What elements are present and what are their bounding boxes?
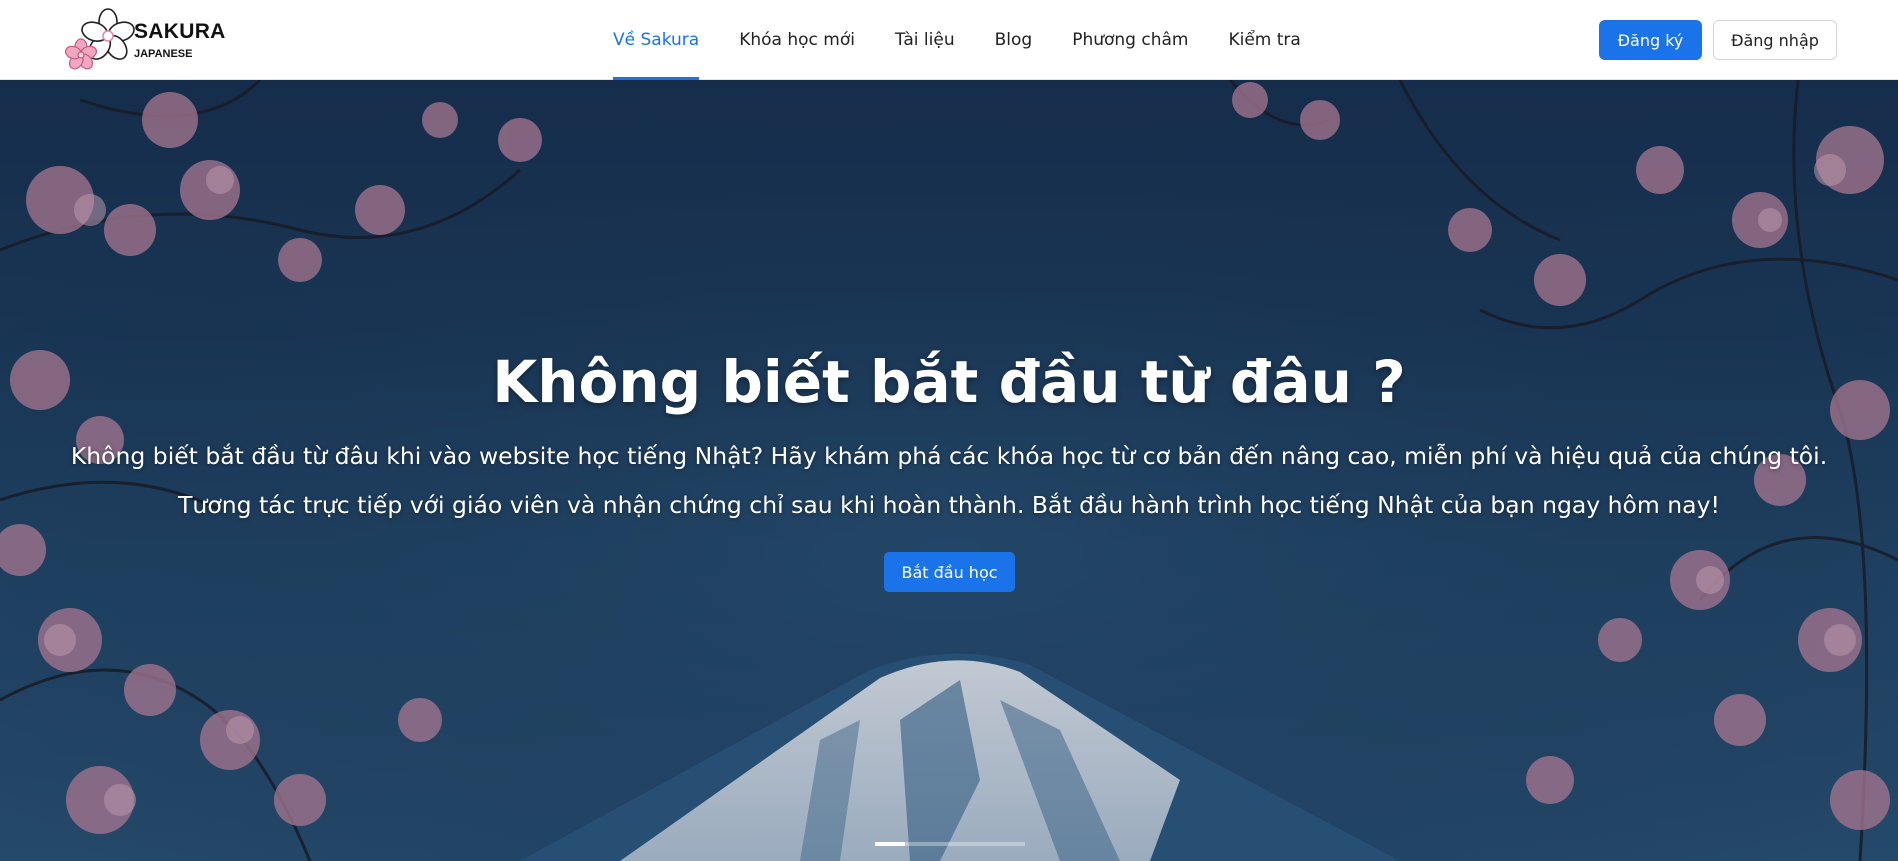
carousel-indicator-3[interactable] xyxy=(935,842,965,846)
start-learning-button[interactable]: Bắt đầu học xyxy=(884,552,1015,592)
carousel-indicator-5[interactable] xyxy=(995,842,1025,846)
sakura-flower-icon xyxy=(62,8,140,72)
nav-item-ve-sakura[interactable]: Về Sakura xyxy=(613,0,700,80)
nav-item-khoa-hoc-moi[interactable]: Khóa học mới xyxy=(739,0,855,80)
brand-logo-link[interactable]: SAKURA JAPANESE xyxy=(62,8,237,72)
hero-description-line-2: Tương tác trực tiếp với giáo viên và nhậ… xyxy=(178,491,1720,519)
carousel-indicator-4[interactable] xyxy=(965,842,995,846)
login-button[interactable]: Đăng nhập xyxy=(1713,20,1837,60)
brand-text: SAKURA JAPANESE xyxy=(134,20,226,60)
nav-item-phuong-cham[interactable]: Phương châm xyxy=(1072,0,1188,80)
carousel-indicator-2[interactable] xyxy=(905,842,935,846)
hero-title: Không biết bắt đầu từ đâu ? xyxy=(492,348,1406,416)
brand-subtitle: JAPANESE xyxy=(134,48,193,60)
hero-caption: Không biết bắt đầu từ đâu ? Không biết b… xyxy=(0,80,1898,861)
nav-item-kiem-tra[interactable]: Kiểm tra xyxy=(1228,0,1300,80)
carousel-indicators xyxy=(875,842,1025,846)
register-button[interactable]: Đăng ký xyxy=(1599,20,1702,60)
hero-carousel: Không biết bắt đầu từ đâu ? Không biết b… xyxy=(0,80,1898,861)
hero-description-line-1: Không biết bắt đầu từ đâu khi vào websit… xyxy=(70,442,1828,470)
nav-item-blog[interactable]: Blog xyxy=(995,0,1033,80)
nav-item-tai-lieu[interactable]: Tài liệu xyxy=(895,0,955,80)
brand-name: SAKURA xyxy=(134,20,226,43)
main-nav: Về Sakura Khóa học mới Tài liệu Blog Phư… xyxy=(613,0,1341,80)
carousel-indicator-1[interactable] xyxy=(875,842,905,846)
top-navbar: SAKURA JAPANESE Về Sakura Khóa học mới T… xyxy=(0,0,1898,80)
